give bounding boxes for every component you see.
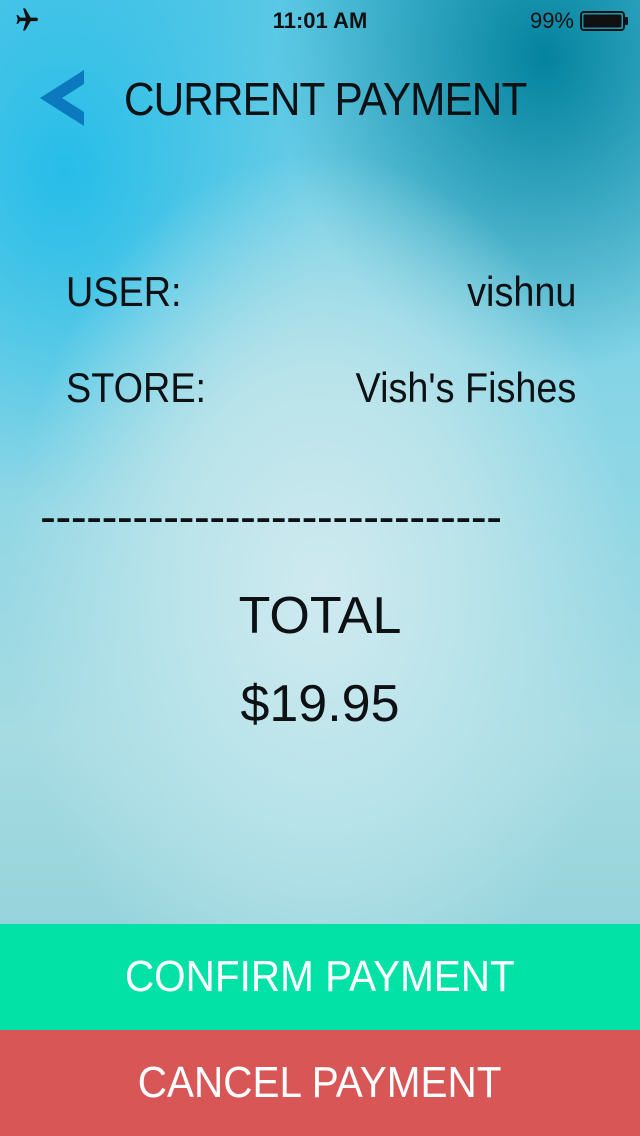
total-label: TOTAL xyxy=(238,587,402,645)
nav-header: CURRENT PAYMENT xyxy=(0,60,640,140)
confirm-payment-button[interactable]: CONFIRM PAYMENT xyxy=(0,924,640,1030)
user-value: vishnu xyxy=(466,268,576,315)
store-label: STORE: xyxy=(66,364,207,411)
page-title: CURRENT PAYMENT xyxy=(124,73,527,125)
cancel-payment-label: CANCEL PAYMENT xyxy=(138,1058,502,1107)
battery-percent: 99% xyxy=(529,8,574,33)
back-button[interactable] xyxy=(36,68,92,128)
cancel-payment-button[interactable]: CANCEL PAYMENT xyxy=(0,1030,640,1136)
total-amount: $19.95 xyxy=(240,675,400,733)
dashed-divider: ------------------------------ xyxy=(40,491,502,544)
store-value: Vish's Fishes xyxy=(355,364,576,411)
chevron-left-icon xyxy=(40,70,84,126)
user-row: USER: vishnu xyxy=(66,268,576,328)
user-label: USER: xyxy=(66,268,182,315)
battery-icon xyxy=(580,11,628,31)
status-bar: 11:01 AM 99% xyxy=(0,0,640,40)
confirm-payment-label: CONFIRM PAYMENT xyxy=(125,952,515,1001)
store-row: STORE: Vish's Fishes xyxy=(66,364,576,424)
